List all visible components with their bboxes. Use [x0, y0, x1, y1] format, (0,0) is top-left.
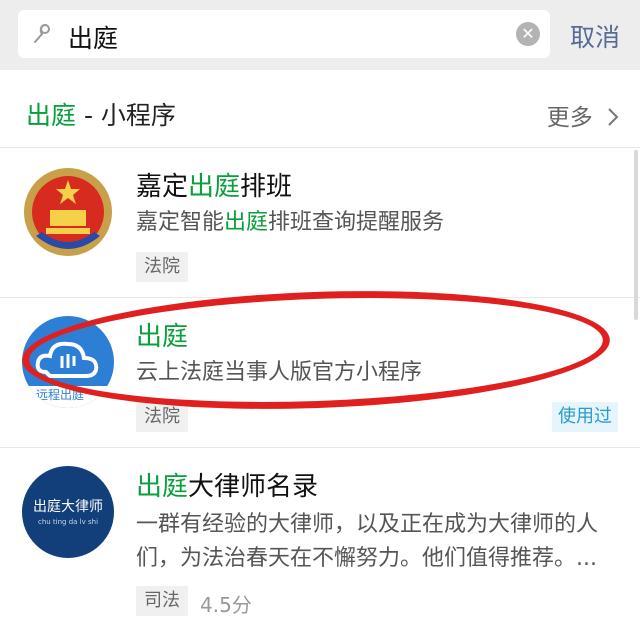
- result-title: 出庭: [136, 316, 188, 353]
- rating-score: 4.5分: [200, 593, 252, 617]
- cancel-button[interactable]: 取消: [570, 18, 620, 54]
- emblem-icon: [24, 168, 112, 256]
- desc-suffix: 排班查询提醒服务: [268, 210, 445, 235]
- avatar-label: 远程出庭: [36, 388, 85, 402]
- list-item[interactable]: 远程出庭 出庭 云上法庭当事人版官方小程序 法院 使用过: [0, 298, 640, 448]
- section-header: 出庭 - 小程序 更多: [0, 72, 640, 148]
- chevron-right-icon: [608, 108, 619, 126]
- more-label: 更多: [546, 105, 593, 131]
- avatar-title: 出庭大律师: [33, 499, 103, 515]
- category-tag: 法院: [136, 402, 188, 432]
- title-keyword: 出庭: [136, 322, 189, 352]
- category-tag: 法院: [136, 252, 188, 282]
- court-emblem-avatar: [22, 166, 114, 258]
- list-item[interactable]: 出庭大律师 chu ting da lv shi 出庭大律师名录 一群有经验的大…: [0, 448, 640, 636]
- section-keyword: 出庭: [26, 101, 77, 130]
- desc-keyword: 出庭: [224, 210, 269, 235]
- title-prefix: 嘉定: [136, 172, 189, 202]
- scrollbar[interactable]: [634, 150, 638, 320]
- search-icon: [34, 24, 50, 43]
- remote-court-avatar: 远程出庭: [22, 316, 114, 408]
- used-badge: 使用过: [552, 402, 618, 432]
- result-description: 一群有经验的大律师，以及正在成为大律师的人们，为法治春天在不懈努力。他们值得推荐…: [136, 512, 599, 571]
- category-tag: 司法: [136, 586, 188, 616]
- section-title: 出庭 - 小程序: [26, 96, 176, 132]
- search-input[interactable]: 出庭 ✕: [18, 10, 550, 58]
- lawyer-directory-avatar: 出庭大律师 chu ting da lv shi: [22, 466, 114, 558]
- title-suffix: 大律师名录: [188, 472, 319, 502]
- clear-icon[interactable]: ✕: [516, 22, 540, 46]
- title-suffix: 排班: [240, 172, 293, 202]
- more-link[interactable]: 更多: [547, 98, 620, 132]
- title-keyword: 出庭: [136, 472, 189, 502]
- result-title: 嘉定出庭排班: [136, 166, 292, 203]
- result-description: 嘉定智能出庭排班查询提醒服务: [136, 206, 616, 240]
- section-suffix: - 小程序: [76, 101, 176, 130]
- result-description: 云上法庭当事人版官方小程序: [136, 360, 423, 385]
- desc-prefix: 嘉定智能: [136, 210, 225, 235]
- result-title: 出庭大律师名录: [136, 466, 318, 503]
- list-item[interactable]: 嘉定出庭排班 嘉定智能出庭排班查询提醒服务 法院: [0, 148, 640, 298]
- search-bar: 出庭 ✕ 取消: [0, 0, 640, 70]
- search-query: 出庭: [68, 24, 119, 53]
- title-keyword: 出庭: [188, 172, 241, 202]
- avatar-subtitle: chu ting da lv shi: [37, 518, 99, 526]
